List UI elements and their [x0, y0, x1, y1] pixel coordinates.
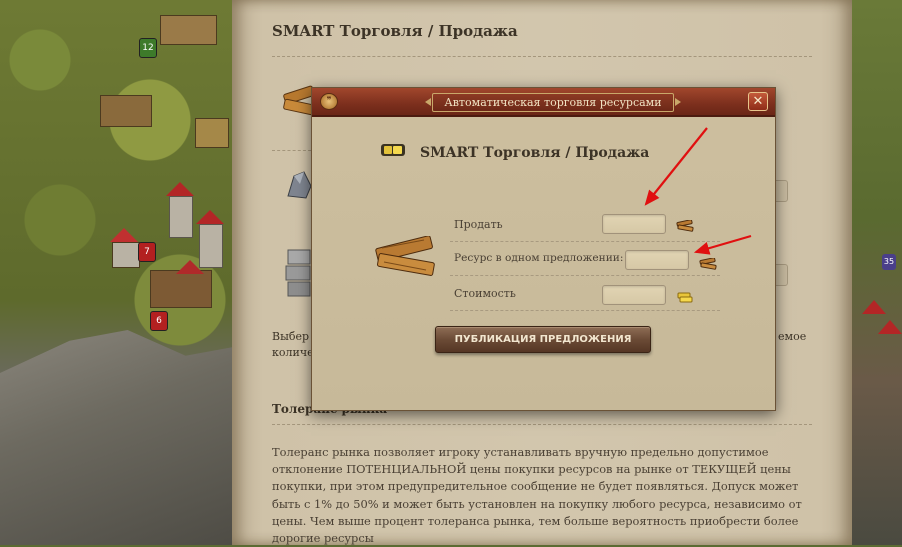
castle-roof: [110, 228, 138, 242]
dialog-subtitle: SMART Торговля / Продажа: [420, 145, 650, 161]
gold-bars-icon: [381, 144, 405, 156]
map-level-badge[interactable]: 6: [150, 311, 168, 331]
map-level-badge[interactable]: 12: [139, 38, 157, 58]
article-title: SMART Торговля / Продажа: [272, 22, 518, 40]
close-button[interactable]: ✕: [748, 92, 768, 111]
sell-label: Продать: [454, 218, 503, 231]
game-map-right[interactable]: 35: [852, 0, 902, 545]
divider: [272, 56, 812, 57]
wood-icon: [676, 220, 694, 232]
wood-resource-icon: [375, 236, 435, 276]
castle-roof: [176, 260, 204, 274]
price-row: Стоимость: [450, 283, 720, 311]
article-text-fragment: емое: [778, 330, 807, 343]
ore-thumbnail-icon: [287, 171, 312, 199]
article-text-fragment: Выбер: [272, 330, 310, 343]
map-building[interactable]: [160, 15, 217, 45]
map-level-badge[interactable]: 7: [138, 242, 156, 262]
castle-roof: [196, 210, 224, 224]
divider: [450, 275, 720, 276]
wood-icon: [699, 258, 717, 270]
map-level-badge[interactable]: 35: [882, 254, 896, 270]
price-label: Стоимость: [454, 287, 516, 300]
per-offer-amount-input[interactable]: [625, 250, 689, 270]
castle-roof: [862, 300, 886, 314]
castle-tower[interactable]: [169, 196, 193, 238]
tolerance-paragraph: Толеранс рынка позволяет игроку устанавл…: [272, 445, 802, 546]
stone-thumbnail-icon: [285, 249, 311, 297]
divider: [450, 310, 720, 311]
map-building[interactable]: [195, 118, 229, 148]
chat-bubble-icon[interactable]: ❞: [320, 93, 338, 110]
sell-amount-input[interactable]: [602, 214, 666, 234]
rocky-cliff: [0, 330, 232, 545]
divider: [450, 241, 720, 242]
per-offer-label: Ресурс в одном предложении:: [454, 252, 624, 264]
map-building[interactable]: [100, 95, 152, 127]
gold-icon: [677, 292, 693, 303]
castle-roof: [166, 182, 194, 196]
castle-roof: [878, 320, 902, 334]
sell-row: Продать: [450, 214, 720, 242]
map-building[interactable]: [150, 270, 212, 308]
publish-offer-button[interactable]: ПУБЛИКАЦИЯ ПРЕДЛОЖЕНИЯ: [435, 326, 651, 353]
article-text-fragment: количе: [272, 346, 314, 359]
auto-trade-dialog: ❞ Автоматическая торговля ресурсами ✕ SM…: [311, 87, 776, 411]
map-building[interactable]: [112, 242, 140, 268]
price-input[interactable]: [602, 285, 666, 305]
per-offer-row: Ресурс в одном предложении:: [450, 248, 720, 276]
divider: [272, 424, 812, 425]
dialog-title-bar: ❞ Автоматическая торговля ресурсами ✕: [312, 88, 775, 117]
dialog-title: Автоматическая торговля ресурсами: [425, 93, 681, 112]
game-map-left[interactable]: 12 7 6: [0, 0, 232, 545]
